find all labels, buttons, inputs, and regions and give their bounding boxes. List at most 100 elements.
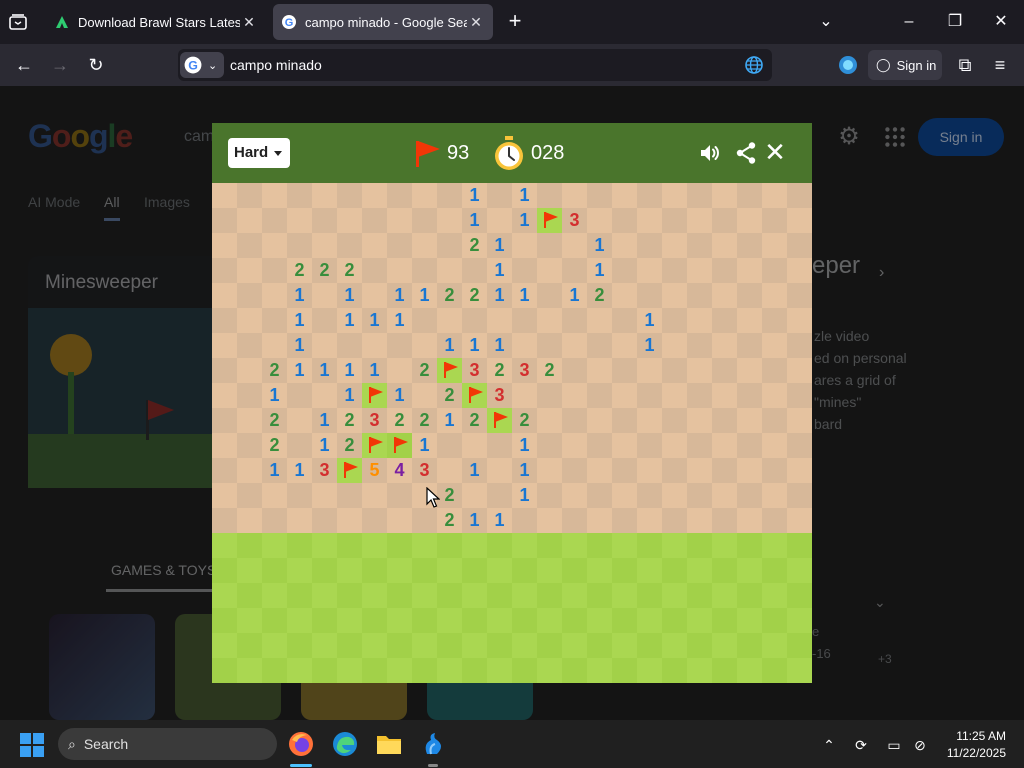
number-cell[interactable]: 1 <box>462 333 487 358</box>
hidden-cell[interactable] <box>712 658 737 683</box>
hidden-cell[interactable] <box>662 533 687 558</box>
hidden-cell[interactable] <box>587 583 612 608</box>
empty-cell[interactable] <box>512 308 537 333</box>
hidden-cell[interactable] <box>562 533 587 558</box>
empty-cell[interactable] <box>487 183 512 208</box>
empty-cell[interactable] <box>662 183 687 208</box>
hidden-cell[interactable] <box>612 633 637 658</box>
extensions-puzzle-icon[interactable]: ⧉ <box>952 52 978 78</box>
hidden-cell[interactable] <box>287 558 312 583</box>
empty-cell[interactable] <box>737 383 762 408</box>
hidden-cell[interactable] <box>337 658 362 683</box>
empty-cell[interactable] <box>512 258 537 283</box>
number-cell[interactable]: 1 <box>587 258 612 283</box>
empty-cell[interactable] <box>262 208 287 233</box>
empty-cell[interactable] <box>762 208 787 233</box>
empty-cell[interactable] <box>287 383 312 408</box>
empty-cell[interactable] <box>387 233 412 258</box>
empty-cell[interactable] <box>712 458 737 483</box>
hidden-cell[interactable] <box>637 633 662 658</box>
empty-cell[interactable] <box>212 233 237 258</box>
hidden-cell[interactable] <box>412 533 437 558</box>
hidden-cell[interactable] <box>687 633 712 658</box>
number-cell[interactable]: 1 <box>512 183 537 208</box>
hidden-cell[interactable] <box>537 583 562 608</box>
empty-cell[interactable] <box>787 483 812 508</box>
hidden-cell[interactable] <box>487 558 512 583</box>
empty-cell[interactable] <box>712 283 737 308</box>
number-cell[interactable]: 2 <box>262 358 287 383</box>
number-cell[interactable]: 1 <box>312 433 337 458</box>
hidden-cell[interactable] <box>412 558 437 583</box>
number-cell[interactable]: 1 <box>387 283 412 308</box>
hidden-cell[interactable] <box>787 533 812 558</box>
empty-cell[interactable] <box>212 208 237 233</box>
number-cell[interactable]: 1 <box>312 358 337 383</box>
number-cell[interactable]: 1 <box>362 358 387 383</box>
empty-cell[interactable] <box>487 433 512 458</box>
empty-cell[interactable] <box>712 508 737 533</box>
hidden-cell[interactable] <box>312 633 337 658</box>
empty-cell[interactable] <box>487 458 512 483</box>
hidden-cell[interactable] <box>587 658 612 683</box>
empty-cell[interactable] <box>687 408 712 433</box>
number-cell[interactable]: 1 <box>462 183 487 208</box>
empty-cell[interactable] <box>662 208 687 233</box>
empty-cell[interactable] <box>612 333 637 358</box>
empty-cell[interactable] <box>637 458 662 483</box>
hidden-cell[interactable] <box>587 558 612 583</box>
hidden-cell[interactable] <box>262 658 287 683</box>
hidden-cell[interactable] <box>587 633 612 658</box>
hidden-cell[interactable] <box>687 558 712 583</box>
network-icon[interactable]: ⊘ <box>910 735 930 755</box>
empty-cell[interactable] <box>637 358 662 383</box>
empty-cell[interactable] <box>637 183 662 208</box>
menu-icon[interactable]: ≡ <box>987 52 1013 78</box>
number-cell[interactable]: 2 <box>462 408 487 433</box>
empty-cell[interactable] <box>562 458 587 483</box>
hidden-cell[interactable] <box>662 583 687 608</box>
empty-cell[interactable] <box>612 308 637 333</box>
empty-cell[interactable] <box>587 358 612 383</box>
empty-cell[interactable] <box>462 308 487 333</box>
hidden-cell[interactable] <box>437 658 462 683</box>
empty-cell[interactable] <box>437 433 462 458</box>
empty-cell[interactable] <box>312 383 337 408</box>
flagged-cell[interactable] <box>362 433 387 458</box>
empty-cell[interactable] <box>687 283 712 308</box>
empty-cell[interactable] <box>662 483 687 508</box>
number-cell[interactable]: 2 <box>437 383 462 408</box>
empty-cell[interactable] <box>662 408 687 433</box>
flagged-cell[interactable] <box>387 433 412 458</box>
minimize-icon[interactable]: – <box>897 10 921 34</box>
empty-cell[interactable] <box>562 233 587 258</box>
number-cell[interactable]: 1 <box>512 433 537 458</box>
number-cell[interactable]: 2 <box>337 258 362 283</box>
empty-cell[interactable] <box>287 208 312 233</box>
tab-google-search[interactable]: G campo minado - Google Search ✕ <box>273 4 493 40</box>
address-bar[interactable]: G ⌄ campo minado <box>178 49 772 81</box>
empty-cell[interactable] <box>287 433 312 458</box>
empty-cell[interactable] <box>287 408 312 433</box>
number-cell[interactable]: 1 <box>287 458 312 483</box>
hidden-cell[interactable] <box>487 533 512 558</box>
hidden-cell[interactable] <box>287 608 312 633</box>
empty-cell[interactable] <box>787 233 812 258</box>
empty-cell[interactable] <box>737 208 762 233</box>
number-cell[interactable]: 1 <box>412 433 437 458</box>
empty-cell[interactable] <box>787 183 812 208</box>
empty-cell[interactable] <box>262 333 287 358</box>
hidden-cell[interactable] <box>637 583 662 608</box>
empty-cell[interactable] <box>262 283 287 308</box>
empty-cell[interactable] <box>737 183 762 208</box>
hidden-cell[interactable] <box>737 608 762 633</box>
empty-cell[interactable] <box>437 258 462 283</box>
hidden-cell[interactable] <box>437 558 462 583</box>
empty-cell[interactable] <box>587 308 612 333</box>
empty-cell[interactable] <box>787 458 812 483</box>
empty-cell[interactable] <box>212 483 237 508</box>
hidden-cell[interactable] <box>462 608 487 633</box>
empty-cell[interactable] <box>287 183 312 208</box>
number-cell[interactable]: 2 <box>462 233 487 258</box>
number-cell[interactable]: 1 <box>337 308 362 333</box>
